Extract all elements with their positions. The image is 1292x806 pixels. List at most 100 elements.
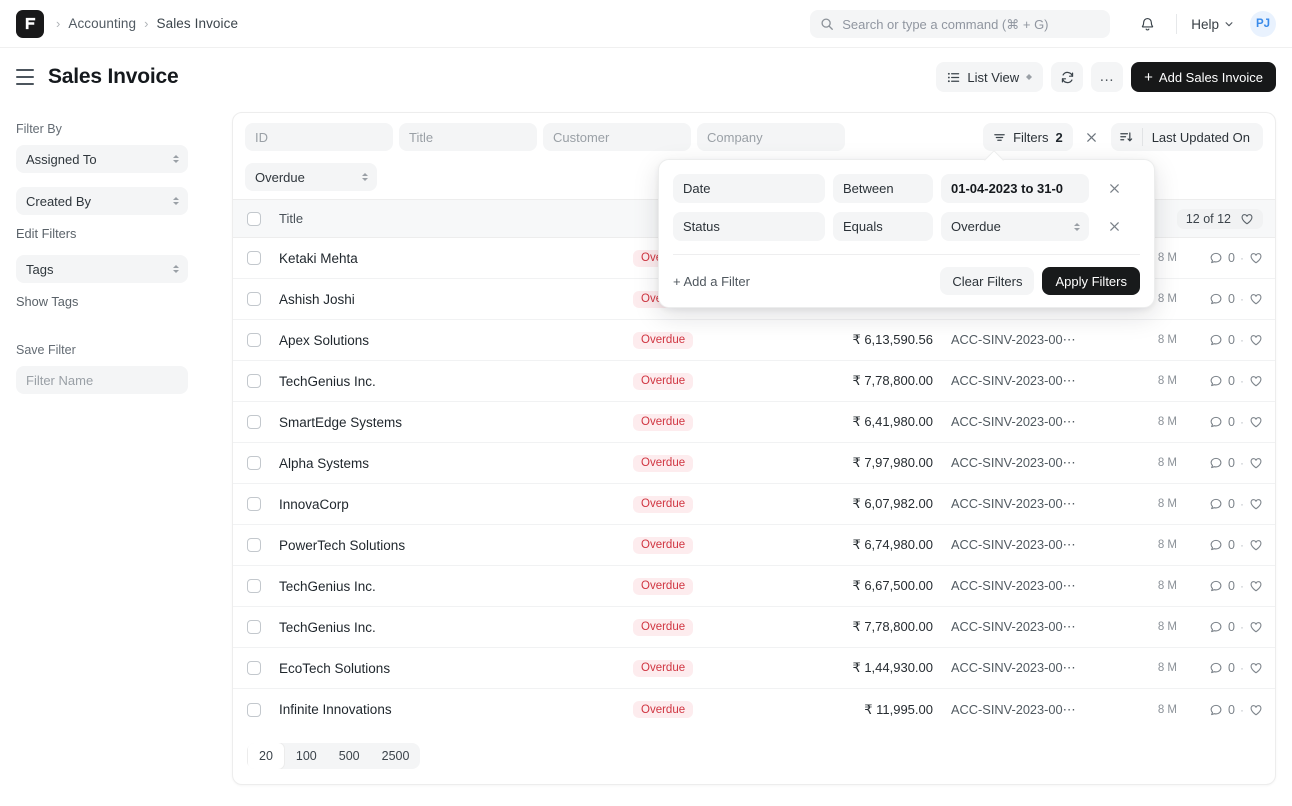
help-menu[interactable]: Help [1191,17,1234,32]
row-checkbox[interactable] [247,456,261,470]
comment-icon[interactable] [1209,703,1223,717]
row-title[interactable]: Apex Solutions [279,333,633,348]
search-input[interactable] [842,16,1101,32]
heart-icon[interactable] [1249,579,1263,593]
heart-icon[interactable] [1249,661,1263,675]
comment-icon[interactable] [1209,456,1223,470]
more-options-button[interactable]: … [1091,62,1124,92]
row-checkbox[interactable] [247,333,261,347]
page-size-option-100[interactable]: 100 [285,743,328,769]
heart-icon[interactable] [1249,456,1263,470]
heart-icon[interactable] [1249,292,1263,306]
comment-icon[interactable] [1209,579,1223,593]
table-row[interactable]: InnovaCorp Overdue ₹ 6,07,982.00 ACC-SINV-2… [233,484,1275,525]
sidebar-created-by-select[interactable]: Created By [16,187,188,215]
heart-icon[interactable] [1249,333,1263,347]
page-size-option-2500[interactable]: 2500 [371,743,421,769]
sort-selector[interactable]: Last Updated On [1110,123,1263,151]
filters-button[interactable]: Filters 2 [983,123,1073,151]
sidebar-tags-select[interactable]: Tags [16,255,188,283]
filter-operator-select[interactable]: Equals [833,212,933,241]
row-title[interactable]: Alpha Systems [279,456,633,471]
row-checkbox[interactable] [247,497,261,511]
comment-icon[interactable] [1209,251,1223,265]
comment-icon[interactable] [1209,292,1223,306]
page-size-option-20[interactable]: 20 [247,743,285,769]
add-sales-invoice-button[interactable]: + Add Sales Invoice [1131,62,1276,92]
row-title[interactable]: PowerTech Solutions [279,538,633,553]
refresh-button[interactable] [1051,62,1084,92]
comment-icon[interactable] [1209,620,1223,634]
apply-filters-button[interactable]: Apply Filters [1042,267,1140,295]
row-title[interactable]: InnovaCorp [279,497,633,512]
filter-field-select[interactable]: Status [673,212,825,241]
table-row[interactable]: SmartEdge Systems Overdue ₹ 6,41,980.00 ACC… [233,402,1275,443]
heart-icon[interactable] [1249,620,1263,634]
comment-icon[interactable] [1209,333,1223,347]
heart-icon[interactable] [1249,415,1263,429]
select-all-checkbox[interactable] [247,211,261,226]
heart-icon[interactable] [1249,538,1263,552]
heart-icon[interactable] [1249,374,1263,388]
row-title[interactable]: Infinite Innovations [279,702,633,717]
row-title[interactable]: TechGenius Inc. [279,374,633,389]
row-title[interactable]: EcoTech Solutions [279,661,633,676]
row-checkbox[interactable] [247,661,261,675]
table-row[interactable]: EcoTech Solutions Overdue ₹ 1,44,930.00 ACC… [233,648,1275,689]
row-checkbox[interactable] [247,374,261,388]
list-view-switcher[interactable]: List View [936,62,1044,92]
row-checkbox[interactable] [247,415,261,429]
heart-icon[interactable] [1249,251,1263,265]
clear-filters-x-button[interactable] [1081,126,1103,148]
filter-operator-select[interactable]: Between [833,174,933,203]
remove-filter-button[interactable] [1101,182,1127,195]
notifications-button[interactable] [1132,9,1162,39]
row-checkbox[interactable] [247,292,261,306]
filter-field-select[interactable]: Date [673,174,825,203]
row-title[interactable]: Ashish Joshi [279,292,633,307]
table-row[interactable]: TechGenius Inc. Overdue ₹ 7,78,800.00 ACC-S… [233,607,1275,648]
filter-title-input[interactable] [399,123,537,151]
hamburger-icon[interactable] [16,69,36,85]
filter-status-select[interactable]: Overdue [245,163,377,191]
heart-icon[interactable] [1249,497,1263,511]
table-row[interactable]: Apex Solutions Overdue ₹ 6,13,590.56 ACC-SI… [233,320,1275,361]
row-title[interactable]: SmartEdge Systems [279,415,633,430]
table-row[interactable]: TechGenius Inc. Overdue ₹ 7,78,800.00 ACC-S… [233,361,1275,402]
comment-icon[interactable] [1209,374,1223,388]
avatar[interactable]: PJ [1250,11,1276,37]
breadcrumb-sales-invoice[interactable]: Sales Invoice [156,16,238,31]
row-title[interactable]: Ketaki Mehta [279,251,633,266]
page-size-option-500[interactable]: 500 [328,743,371,769]
row-checkbox[interactable] [247,251,261,265]
show-tags-link[interactable]: Show Tags [16,294,232,309]
breadcrumb-accounting[interactable]: Accounting [68,16,136,31]
filter-id-input[interactable] [245,123,393,151]
heart-icon[interactable] [1249,703,1263,717]
edit-filters-link[interactable]: Edit Filters [16,226,232,241]
table-row[interactable]: TechGenius Inc. Overdue ₹ 6,67,500.00 ACC-S… [233,566,1275,607]
table-row[interactable]: Alpha Systems Overdue ₹ 7,97,980.00 ACC-SIN… [233,443,1275,484]
heart-icon[interactable] [1240,212,1254,226]
table-row[interactable]: Infinite Innovations Overdue ₹ 11,995.00 AC… [233,689,1275,730]
comment-icon[interactable] [1209,538,1223,552]
comment-icon[interactable] [1209,415,1223,429]
row-checkbox[interactable] [247,538,261,552]
frappe-e-logo-icon[interactable] [16,9,44,38]
filter-customer-input[interactable] [543,123,691,151]
global-search[interactable] [810,10,1111,38]
remove-filter-button[interactable] [1101,220,1127,233]
filter-value-input[interactable]: Overdue [941,212,1089,241]
row-checkbox[interactable] [247,702,261,717]
filter-value-input[interactable]: 01-04-2023 to 31-0 [941,174,1089,203]
filter-name-input[interactable] [16,366,188,394]
row-checkbox[interactable] [247,620,261,634]
sidebar-assigned-to-select[interactable]: Assigned To [16,145,188,173]
clear-filters-button[interactable]: Clear Filters [940,267,1035,295]
row-title[interactable]: TechGenius Inc. [279,579,633,594]
comment-icon[interactable] [1209,497,1223,511]
row-checkbox[interactable] [247,579,261,593]
add-a-filter-button[interactable]: + Add a Filter [673,274,750,289]
comment-icon[interactable] [1209,661,1223,675]
row-title[interactable]: TechGenius Inc. [279,620,633,635]
